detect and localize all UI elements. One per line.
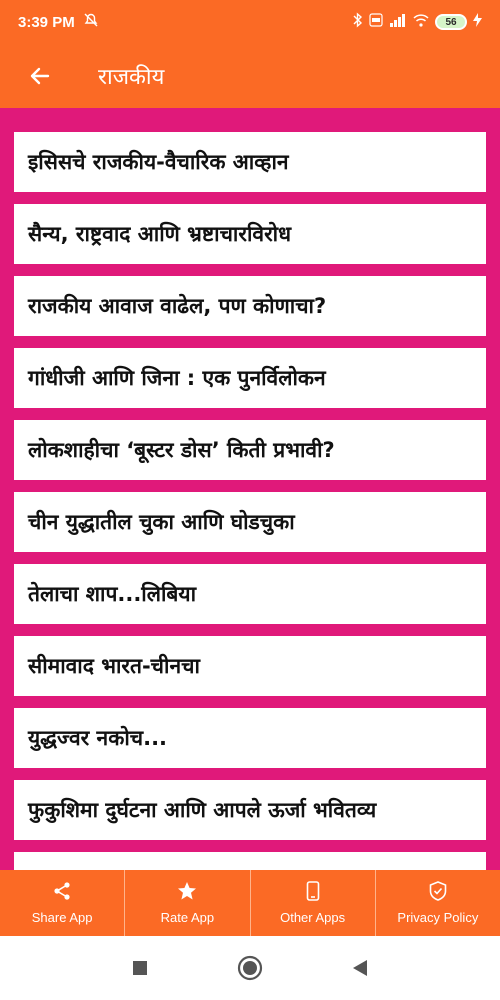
- battery-indicator: 56: [435, 14, 467, 30]
- other-apps-button[interactable]: Other Apps: [251, 870, 376, 936]
- list-item[interactable]: युद्धज्वर नकोच...: [14, 708, 486, 768]
- shield-check-icon: [429, 881, 447, 904]
- bluetooth-icon: [353, 12, 363, 32]
- bottom-nav: Share App Rate App Other Apps Privacy Po…: [0, 870, 500, 936]
- alarm-off-icon: [83, 12, 99, 32]
- status-bar: 3:39 PM 56: [0, 0, 500, 44]
- list-item[interactable]: तेलाचा शाप...लिबिया: [14, 564, 486, 624]
- privacy-policy-label: Privacy Policy: [397, 910, 479, 925]
- phone-icon: [306, 881, 320, 904]
- wifi-icon: [413, 13, 429, 31]
- list-item[interactable]: फुकुशिमा दुर्घटना आणि आपले ऊर्जा भवितव्य: [14, 780, 486, 840]
- share-app-button[interactable]: Share App: [0, 870, 126, 936]
- privacy-policy-button[interactable]: Privacy Policy: [376, 870, 500, 936]
- list-item[interactable]: राजकीय आवाज वाढेल, पण कोणाचा?: [14, 276, 486, 336]
- list-item[interactable]: सीमावाद भारत-चीनचा: [14, 636, 486, 696]
- status-time: 3:39 PM: [18, 13, 75, 31]
- star-icon: [177, 881, 197, 904]
- list-item-partial[interactable]: [14, 852, 486, 870]
- app-bar: राजकीय: [0, 44, 500, 108]
- other-apps-label: Other Apps: [280, 910, 346, 925]
- list-item[interactable]: लोकशाहीचा ‘बूस्टर डोस’ किती प्रभावी?: [14, 420, 486, 480]
- page-title: राजकीय: [98, 65, 165, 90]
- signal-icon: [389, 13, 407, 31]
- list-item[interactable]: चीन युद्धातील चुका आणि घोडचुका: [14, 492, 486, 552]
- list-item[interactable]: इसिसचे राजकीय-वैचारिक आव्हान: [14, 132, 486, 192]
- list-item[interactable]: सैन्य, राष्ट्रवाद आणि भ्रष्टाचारविरोध: [14, 204, 486, 264]
- back-triangle-icon[interactable]: [346, 954, 374, 982]
- share-app-label: Share App: [31, 910, 93, 925]
- charging-icon: [473, 13, 482, 31]
- volte-icon: [369, 13, 383, 31]
- rate-app-button[interactable]: Rate App: [125, 870, 251, 936]
- home-circle-icon[interactable]: [236, 954, 264, 982]
- article-list[interactable]: इसिसचे राजकीय-वैचारिक आव्हान सैन्य, राष्…: [0, 108, 500, 870]
- share-icon: [52, 881, 72, 904]
- list-item[interactable]: गांधीजी आणि जिना : एक पुनर्विलोकन: [14, 348, 486, 408]
- rate-app-label: Rate App: [160, 910, 215, 925]
- recents-square-icon[interactable]: [126, 954, 154, 982]
- system-nav-bar: [0, 936, 500, 1000]
- arrow-back-icon[interactable]: [24, 60, 56, 92]
